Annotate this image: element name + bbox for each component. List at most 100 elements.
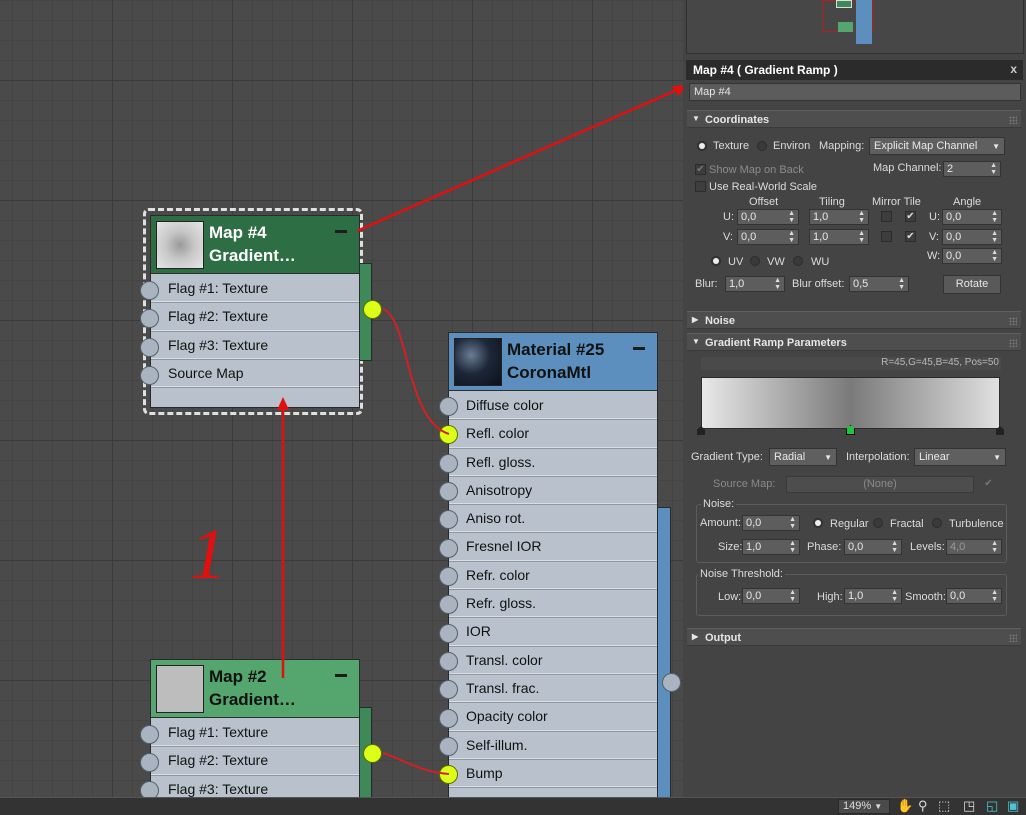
checkbox-tile-u[interactable]: ✔: [905, 211, 916, 222]
mapping-dropdown[interactable]: Explicit Map Channel ▼: [869, 137, 1005, 155]
input-socket[interactable]: [439, 737, 458, 756]
zoom-region-icon[interactable]: ⬚: [938, 798, 950, 814]
slot-flag1[interactable]: Flag #1: Texture: [151, 274, 359, 303]
slot-refl-gloss[interactable]: Refl. gloss.: [449, 448, 657, 476]
radio-vw[interactable]: [750, 256, 760, 266]
spinner-arrows-icon[interactable]: ▲ ▼: [858, 230, 865, 244]
amount-spinner[interactable]: 0,0 ▲ ▼: [742, 515, 800, 531]
rollout-noise[interactable]: ▶ Noise: [687, 311, 1021, 329]
slot-refr-color[interactable]: Refr. color: [449, 561, 657, 590]
spinner-arrows-icon[interactable]: ▲ ▼: [891, 540, 898, 554]
input-socket[interactable]: [140, 281, 159, 300]
spinner-arrows-icon[interactable]: ▲ ▼: [991, 210, 998, 224]
slot-flag3[interactable]: Flag #3: Texture: [151, 331, 359, 359]
output-socket[interactable]: [363, 744, 382, 763]
input-socket[interactable]: [439, 680, 458, 699]
map-name-field[interactable]: Map #4: [689, 83, 1021, 101]
input-socket[interactable]: [140, 725, 159, 744]
material25-node[interactable]: Material #25 CoronaMtl Diffuse color Ref…: [448, 332, 658, 797]
slot-ior[interactable]: IOR: [449, 617, 657, 646]
zoom-all-icon[interactable]: ▣: [1007, 798, 1019, 814]
spinner-arrows-icon[interactable]: ▲ ▼: [788, 210, 795, 224]
minimize-icon[interactable]: [335, 674, 347, 677]
zoom-selected-icon[interactable]: ◱: [986, 798, 998, 814]
input-socket[interactable]: [439, 397, 458, 416]
checkbox-mirror-u[interactable]: [881, 211, 892, 222]
spinner-arrows-icon[interactable]: ▲ ▼: [774, 277, 781, 291]
map4-node[interactable]: Map #4 Gradient… Flag #1: Texture Flag #…: [150, 215, 360, 408]
rotate-button[interactable]: Rotate: [943, 275, 1001, 294]
spinner-arrows-icon[interactable]: ▲ ▼: [991, 589, 998, 603]
input-socket[interactable]: [140, 338, 159, 357]
spinner-arrows-icon[interactable]: ▲ ▼: [991, 540, 998, 554]
slot-flag1[interactable]: Flag #1: Texture: [151, 718, 359, 747]
offset-v-spinner[interactable]: 0,0 ▲ ▼: [737, 229, 799, 245]
radio-fractal[interactable]: [873, 518, 883, 528]
interpolation-dropdown[interactable]: Linear ▼: [914, 448, 1006, 466]
input-socket[interactable]: [140, 366, 159, 385]
gradient-type-dropdown[interactable]: Radial ▼: [769, 448, 837, 466]
input-socket[interactable]: [439, 510, 458, 529]
slot-opacity-color[interactable]: Opacity color: [449, 702, 657, 731]
input-socket[interactable]: [439, 709, 458, 728]
input-socket[interactable]: [439, 539, 458, 558]
minimize-icon[interactable]: [633, 347, 645, 350]
slot-refr-gloss[interactable]: Refr. gloss.: [449, 589, 657, 618]
spinner-arrows-icon[interactable]: ▲ ▼: [991, 249, 998, 263]
slot-source-map[interactable]: Source Map: [151, 359, 359, 388]
zoom-dropdown[interactable]: 149% ▼: [838, 799, 890, 814]
radio-regular[interactable]: [813, 518, 823, 528]
slot-transl-frac[interactable]: Transl. frac.: [449, 674, 657, 703]
slot-flag2[interactable]: Flag #2: Texture: [151, 302, 359, 331]
radio-turbulence[interactable]: [932, 518, 942, 528]
rollout-gradient-ramp[interactable]: ▼ Gradient Ramp Parameters: [687, 333, 1021, 351]
slot-aniso-rot[interactable]: Aniso rot.: [449, 504, 657, 533]
input-socket-bump[interactable]: [439, 765, 458, 784]
close-icon[interactable]: x: [1010, 62, 1017, 76]
slot-flag2[interactable]: Flag #2: Texture: [151, 746, 359, 775]
tiling-v-spinner[interactable]: 1,0 ▲ ▼: [809, 229, 869, 245]
low-spinner[interactable]: 0,0 ▲ ▼: [742, 588, 800, 604]
radio-texture[interactable]: [697, 141, 707, 151]
rollout-coordinates[interactable]: ▼ Coordinates: [687, 110, 1021, 128]
smooth-spinner[interactable]: 0,0 ▲ ▼: [946, 588, 1002, 604]
map4-header[interactable]: Map #4 Gradient…: [151, 216, 359, 274]
blur-offset-spinner[interactable]: 0,5 ▲ ▼: [849, 276, 909, 292]
spinner-arrows-icon[interactable]: ▲ ▼: [789, 589, 796, 603]
source-map-button[interactable]: (None): [786, 476, 974, 493]
checkbox-real-world-scale[interactable]: [695, 181, 706, 192]
material25-header[interactable]: Material #25 CoronaMtl: [449, 333, 657, 391]
slot-fresnel-ior[interactable]: Fresnel IOR: [449, 532, 657, 561]
input-socket[interactable]: [140, 753, 159, 772]
input-socket[interactable]: [439, 595, 458, 614]
map2-header[interactable]: Map #2 Gradient…: [151, 660, 359, 718]
input-socket[interactable]: [140, 781, 159, 797]
slot-flag3[interactable]: Flag #3: Texture: [151, 775, 359, 797]
angle-w-spinner[interactable]: 0,0 ▲ ▼: [942, 248, 1002, 264]
input-socket[interactable]: [439, 624, 458, 643]
input-socket[interactable]: [439, 567, 458, 586]
spinner-arrows-icon[interactable]: ▲ ▼: [991, 230, 998, 244]
minimize-icon[interactable]: [335, 230, 347, 233]
slot-transl-color[interactable]: Transl. color: [449, 646, 657, 674]
hand-pan-icon[interactable]: ✋: [897, 798, 913, 814]
map-channel-spinner[interactable]: 2 ▲ ▼: [943, 161, 1001, 177]
input-socket[interactable]: [439, 482, 458, 501]
spinner-arrows-icon[interactable]: ▲ ▼: [891, 589, 898, 603]
spinner-arrows-icon[interactable]: ▲ ▼: [789, 540, 796, 554]
slot-diffuse-color[interactable]: Diffuse color: [449, 391, 657, 420]
checkbox-show-map-on-back[interactable]: ✔: [695, 164, 706, 175]
spinner-arrows-icon[interactable]: ▲ ▼: [858, 210, 865, 224]
node-editor-canvas[interactable]: Map #4 Gradient… Flag #1: Texture Flag #…: [0, 0, 683, 797]
spinner-arrows-icon[interactable]: ▲ ▼: [789, 516, 796, 530]
high-spinner[interactable]: 1,0 ▲ ▼: [844, 588, 902, 604]
checkbox-tile-v[interactable]: ✔: [905, 231, 916, 242]
size-spinner[interactable]: 1,0 ▲ ▼: [742, 539, 800, 555]
radio-uv[interactable]: [711, 256, 721, 266]
material-output-socket[interactable]: [662, 673, 681, 692]
spinner-arrows-icon[interactable]: ▲ ▼: [788, 230, 795, 244]
phase-spinner[interactable]: 0,0 ▲ ▼: [844, 539, 902, 555]
levels-spinner[interactable]: 4,0 ▲ ▼: [946, 539, 1002, 555]
spinner-arrows-icon[interactable]: ▲ ▼: [898, 277, 905, 291]
zoom-icon[interactable]: ⚲: [918, 798, 928, 814]
